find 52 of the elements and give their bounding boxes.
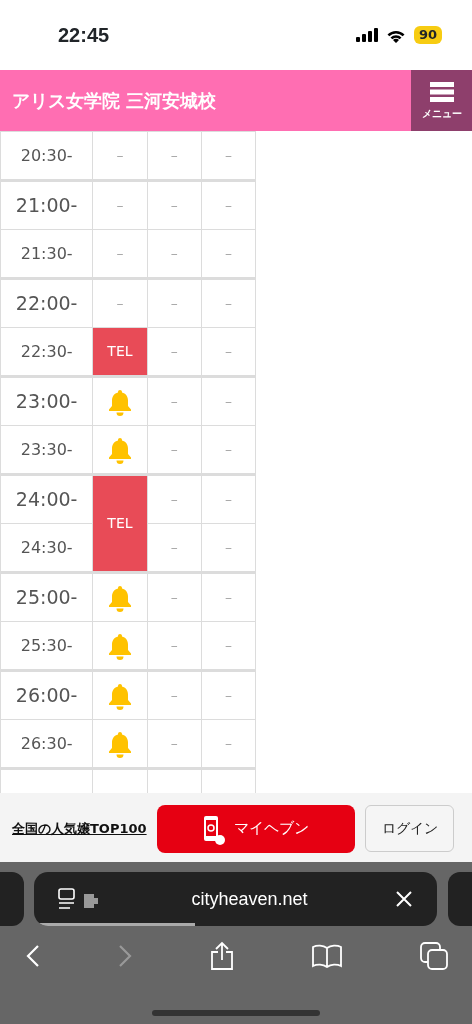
- url-text: cityheaven.net: [191, 887, 308, 911]
- bell-icon[interactable]: [106, 435, 133, 464]
- close-icon[interactable]: [395, 890, 413, 908]
- time-slot: 26:30-: [0, 719, 93, 769]
- back-icon[interactable]: [26, 944, 40, 968]
- time-slot: 22:30-: [0, 327, 93, 377]
- unavailable-cell: –: [92, 180, 148, 230]
- tab-edge[interactable]: [448, 872, 472, 926]
- my-heaven-button[interactable]: マイヘブン: [156, 804, 355, 853]
- unavailable-cell: –: [201, 474, 256, 524]
- tab-edge[interactable]: [0, 872, 24, 926]
- unavailable-cell: –: [147, 376, 202, 426]
- unavailable-cell: –: [92, 131, 148, 181]
- unavailable-cell: –: [147, 278, 202, 328]
- menu-icon: [429, 82, 454, 102]
- clock-time: 22:45: [58, 23, 110, 48]
- time-slot: 22:00-: [0, 278, 93, 328]
- time-slot: 20:30-: [0, 131, 93, 181]
- time-slot: 25:00-: [0, 572, 93, 622]
- unavailable-cell: –: [201, 670, 256, 720]
- time-slot: 25:30-: [0, 621, 93, 671]
- shop-title: アリス女学院 三河安城校: [11, 89, 217, 113]
- bell-icon[interactable]: [106, 681, 133, 710]
- unavailable-cell: –: [147, 474, 202, 524]
- unavailable-cell: –: [201, 278, 256, 328]
- tabs-icon[interactable]: [420, 942, 448, 970]
- unavailable-cell: –: [201, 376, 256, 426]
- bell-icon[interactable]: [106, 631, 133, 660]
- unavailable-cell: –: [201, 180, 256, 230]
- share-icon[interactable]: [210, 941, 234, 971]
- time-slot: 21:30-: [0, 229, 93, 279]
- ranking-link[interactable]: 全国の人気嬢TOP100: [12, 818, 147, 839]
- unavailable-cell: –: [201, 572, 256, 622]
- bell-icon[interactable]: [106, 387, 133, 416]
- time-slot: 26:00-: [0, 670, 93, 720]
- bell-icon[interactable]: [106, 729, 133, 758]
- unavailable-cell: –: [147, 180, 202, 230]
- bell-icon[interactable]: [106, 583, 133, 612]
- battery-level: 90: [413, 26, 442, 44]
- unavailable-cell: –: [147, 670, 202, 720]
- time-slot: 23:30-: [0, 425, 93, 475]
- login-button[interactable]: ログイン: [365, 805, 454, 852]
- bookmarks-icon[interactable]: [312, 944, 342, 968]
- unavailable-cell: –: [147, 572, 202, 622]
- unavailable-cell: –: [201, 131, 256, 181]
- menu-button[interactable]: メニュー: [411, 70, 472, 131]
- tel-slot[interactable]: TEL: [92, 474, 148, 573]
- time-slot: 21:00-: [0, 180, 93, 230]
- signal-icon: [355, 28, 378, 42]
- time-slot: 23:00-: [0, 376, 93, 426]
- unavailable-cell: –: [147, 131, 202, 181]
- address-bar[interactable]: cityheaven.net: [34, 872, 437, 926]
